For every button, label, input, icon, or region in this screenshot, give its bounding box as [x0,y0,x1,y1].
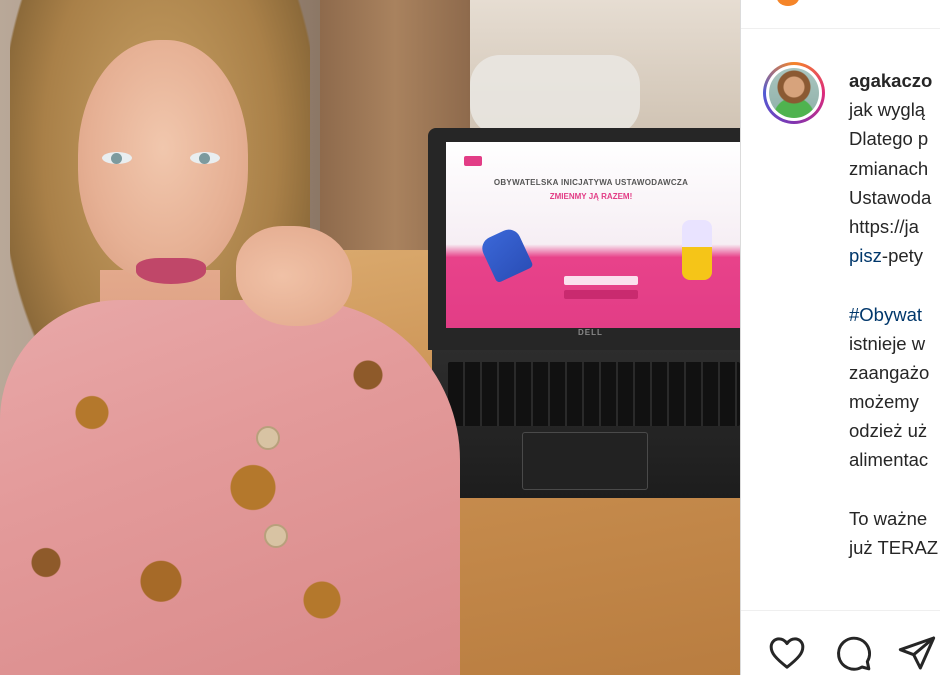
caption-line: jak wyglą [849,99,926,121]
caption-fade [741,585,940,611]
caption-line: -pety [881,245,924,267]
website-button [564,290,638,299]
caption-line: możemy [849,391,919,413]
avatar-image [769,68,819,118]
post-sidebar: agakaczo jak wyglą Dlatego p zmianach Us… [740,0,940,675]
caption-line: odzież uż [849,420,928,442]
woman-hand [236,226,352,326]
caption-line: To ważne [849,507,928,529]
caption-line: zmianach [849,157,929,179]
caption-line: zaangażo [849,361,930,383]
avatar[interactable] [763,62,825,124]
website-logo [464,156,482,166]
website-subtitle: ZMIENMY JĄ RAZEM! [549,192,633,201]
laptop-trackpad [522,432,648,490]
caption-line: Dlatego p [849,128,929,150]
woman-shirt [0,300,460,675]
caption-line: alimentac [849,449,929,471]
story-ring-icon[interactable] [777,0,799,6]
hashtag-link[interactable]: #Obywat [849,300,940,329]
laptop-keyboard [448,362,740,426]
shirt-button [256,426,280,450]
avatar-border [766,65,822,121]
woman-lips [136,258,206,284]
woman-eye-left [102,152,132,164]
woman-eye-right [190,152,220,164]
background-rug [470,55,640,135]
post-caption: agakaczo jak wyglą Dlatego p zmianach Us… [849,66,940,562]
caption-line: już TERAZ [849,537,939,558]
caption-line: Ustawoda [849,186,932,208]
send-icon[interactable] [897,633,937,673]
post-photo[interactable]: OBYWATELSKA INICJATYWA USTAWODAWCZA ZMIE… [0,0,740,675]
website-title: OBYWATELSKA INICJATYWA USTAWODAWCZA [493,178,689,187]
shirt-button [264,524,288,548]
website-input [564,276,638,285]
caption-link[interactable]: https://ja [849,212,940,241]
comment-icon[interactable] [833,633,873,673]
laptop-brand: DELL [578,328,603,337]
illustration-figure-right [682,220,712,280]
caption-link-part[interactable]: pisz [849,245,882,266]
sidebar-top-bar [741,0,940,29]
laptop-display: OBYWATELSKA INICJATYWA USTAWODAWCZA ZMIE… [446,142,740,328]
heart-icon[interactable] [767,633,807,673]
caption-line: istnieje w [849,332,926,354]
illustration-figure-left [478,225,534,284]
username-link[interactable]: agakaczo [849,70,932,91]
post-actions-bar [741,610,940,675]
